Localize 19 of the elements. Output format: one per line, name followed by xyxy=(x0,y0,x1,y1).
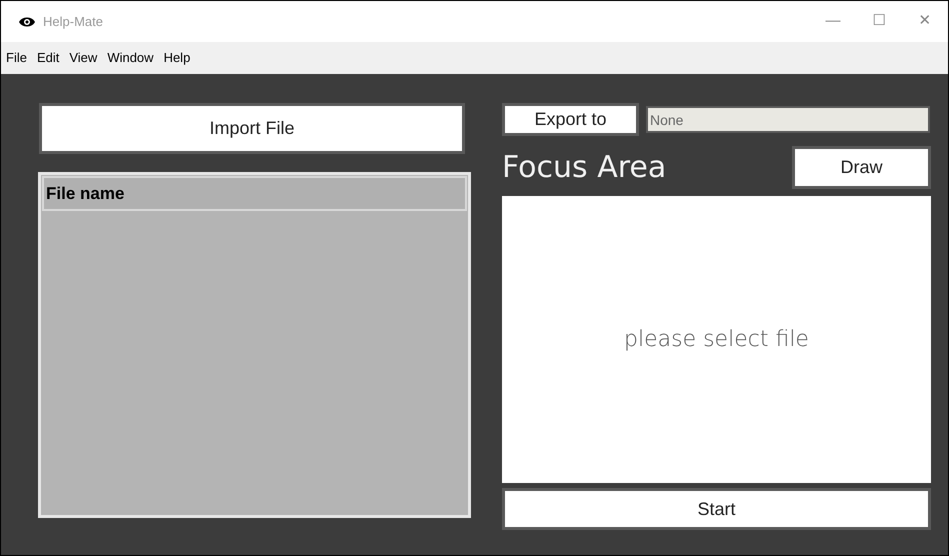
draw-button[interactable]: Draw xyxy=(792,146,931,189)
close-button[interactable]: ✕ xyxy=(902,1,948,42)
menu-item[interactable]: File xyxy=(6,48,27,68)
export-to-button[interactable]: Export to xyxy=(502,103,639,136)
canvas-placeholder: please select file xyxy=(624,326,809,354)
menu-item[interactable]: Window xyxy=(107,48,154,68)
start-button[interactable]: Start xyxy=(502,488,931,530)
menu-item[interactable]: View xyxy=(69,48,98,68)
maximize-button[interactable]: ☐ xyxy=(856,1,902,42)
focus-canvas[interactable]: please select file xyxy=(502,196,931,483)
menu-item[interactable]: Help xyxy=(164,48,190,68)
menu-item[interactable]: Edit xyxy=(36,48,60,68)
column-header[interactable]: File name xyxy=(42,176,467,211)
focus-area-title: Focus Area xyxy=(502,152,666,182)
minimize-button[interactable]: — xyxy=(810,1,856,42)
eye-icon xyxy=(19,16,35,28)
window-title: Help-Mate xyxy=(43,12,103,31)
import-file-button[interactable]: Import File xyxy=(39,103,465,154)
export-path-field[interactable]: None xyxy=(646,106,930,133)
